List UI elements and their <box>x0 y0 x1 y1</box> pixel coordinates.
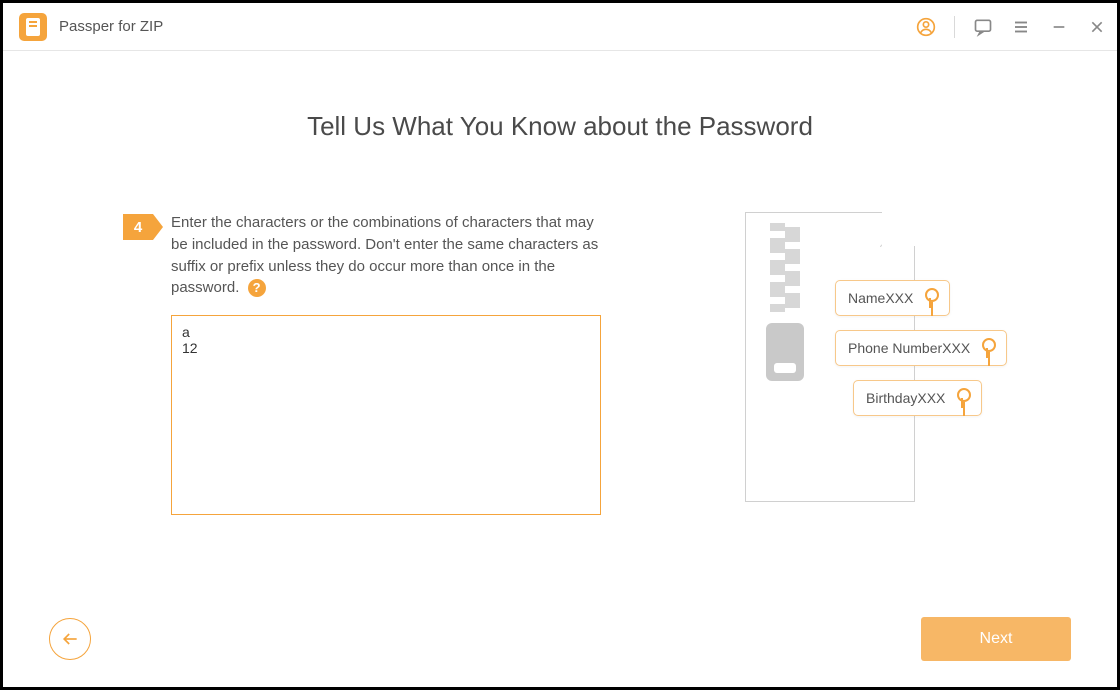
example-tag-name-text: NameXXX <box>848 290 913 306</box>
example-tag-birthday-text: BirthdayXXX <box>866 390 945 406</box>
step-number-badge: 4 <box>123 214 153 240</box>
page-title: Tell Us What You Know about the Password <box>63 111 1057 142</box>
titlebar: Passper for ZIP <box>3 3 1117 51</box>
example-tag-birthday: BirthdayXXX <box>853 380 982 416</box>
step-instruction-text: Enter the characters or the combinations… <box>171 214 598 296</box>
feedback-icon[interactable] <box>973 17 993 37</box>
titlebar-divider <box>954 16 955 38</box>
minimize-button[interactable] <box>1049 17 1069 37</box>
help-icon[interactable]: ? <box>248 279 266 297</box>
app-icon <box>19 13 47 41</box>
account-icon[interactable] <box>916 17 936 37</box>
close-button[interactable] <box>1087 17 1107 37</box>
example-tag-phone: Phone NumberXXX <box>835 330 1007 366</box>
example-tag-name: NameXXX <box>835 280 950 316</box>
next-button[interactable]: Next <box>921 617 1071 661</box>
key-icon <box>923 288 937 308</box>
example-tag-phone-text: Phone NumberXXX <box>848 340 970 356</box>
app-title: Passper for ZIP <box>59 18 163 35</box>
menu-icon[interactable] <box>1011 17 1031 37</box>
step-instruction: Enter the characters or the combinations… <box>171 212 613 299</box>
key-icon <box>955 388 969 408</box>
illustration: NameXXX Phone NumberXXX BirthdayXXX <box>745 212 1025 512</box>
back-button[interactable] <box>49 618 91 660</box>
characters-input[interactable] <box>171 315 601 515</box>
key-icon <box>980 338 994 358</box>
